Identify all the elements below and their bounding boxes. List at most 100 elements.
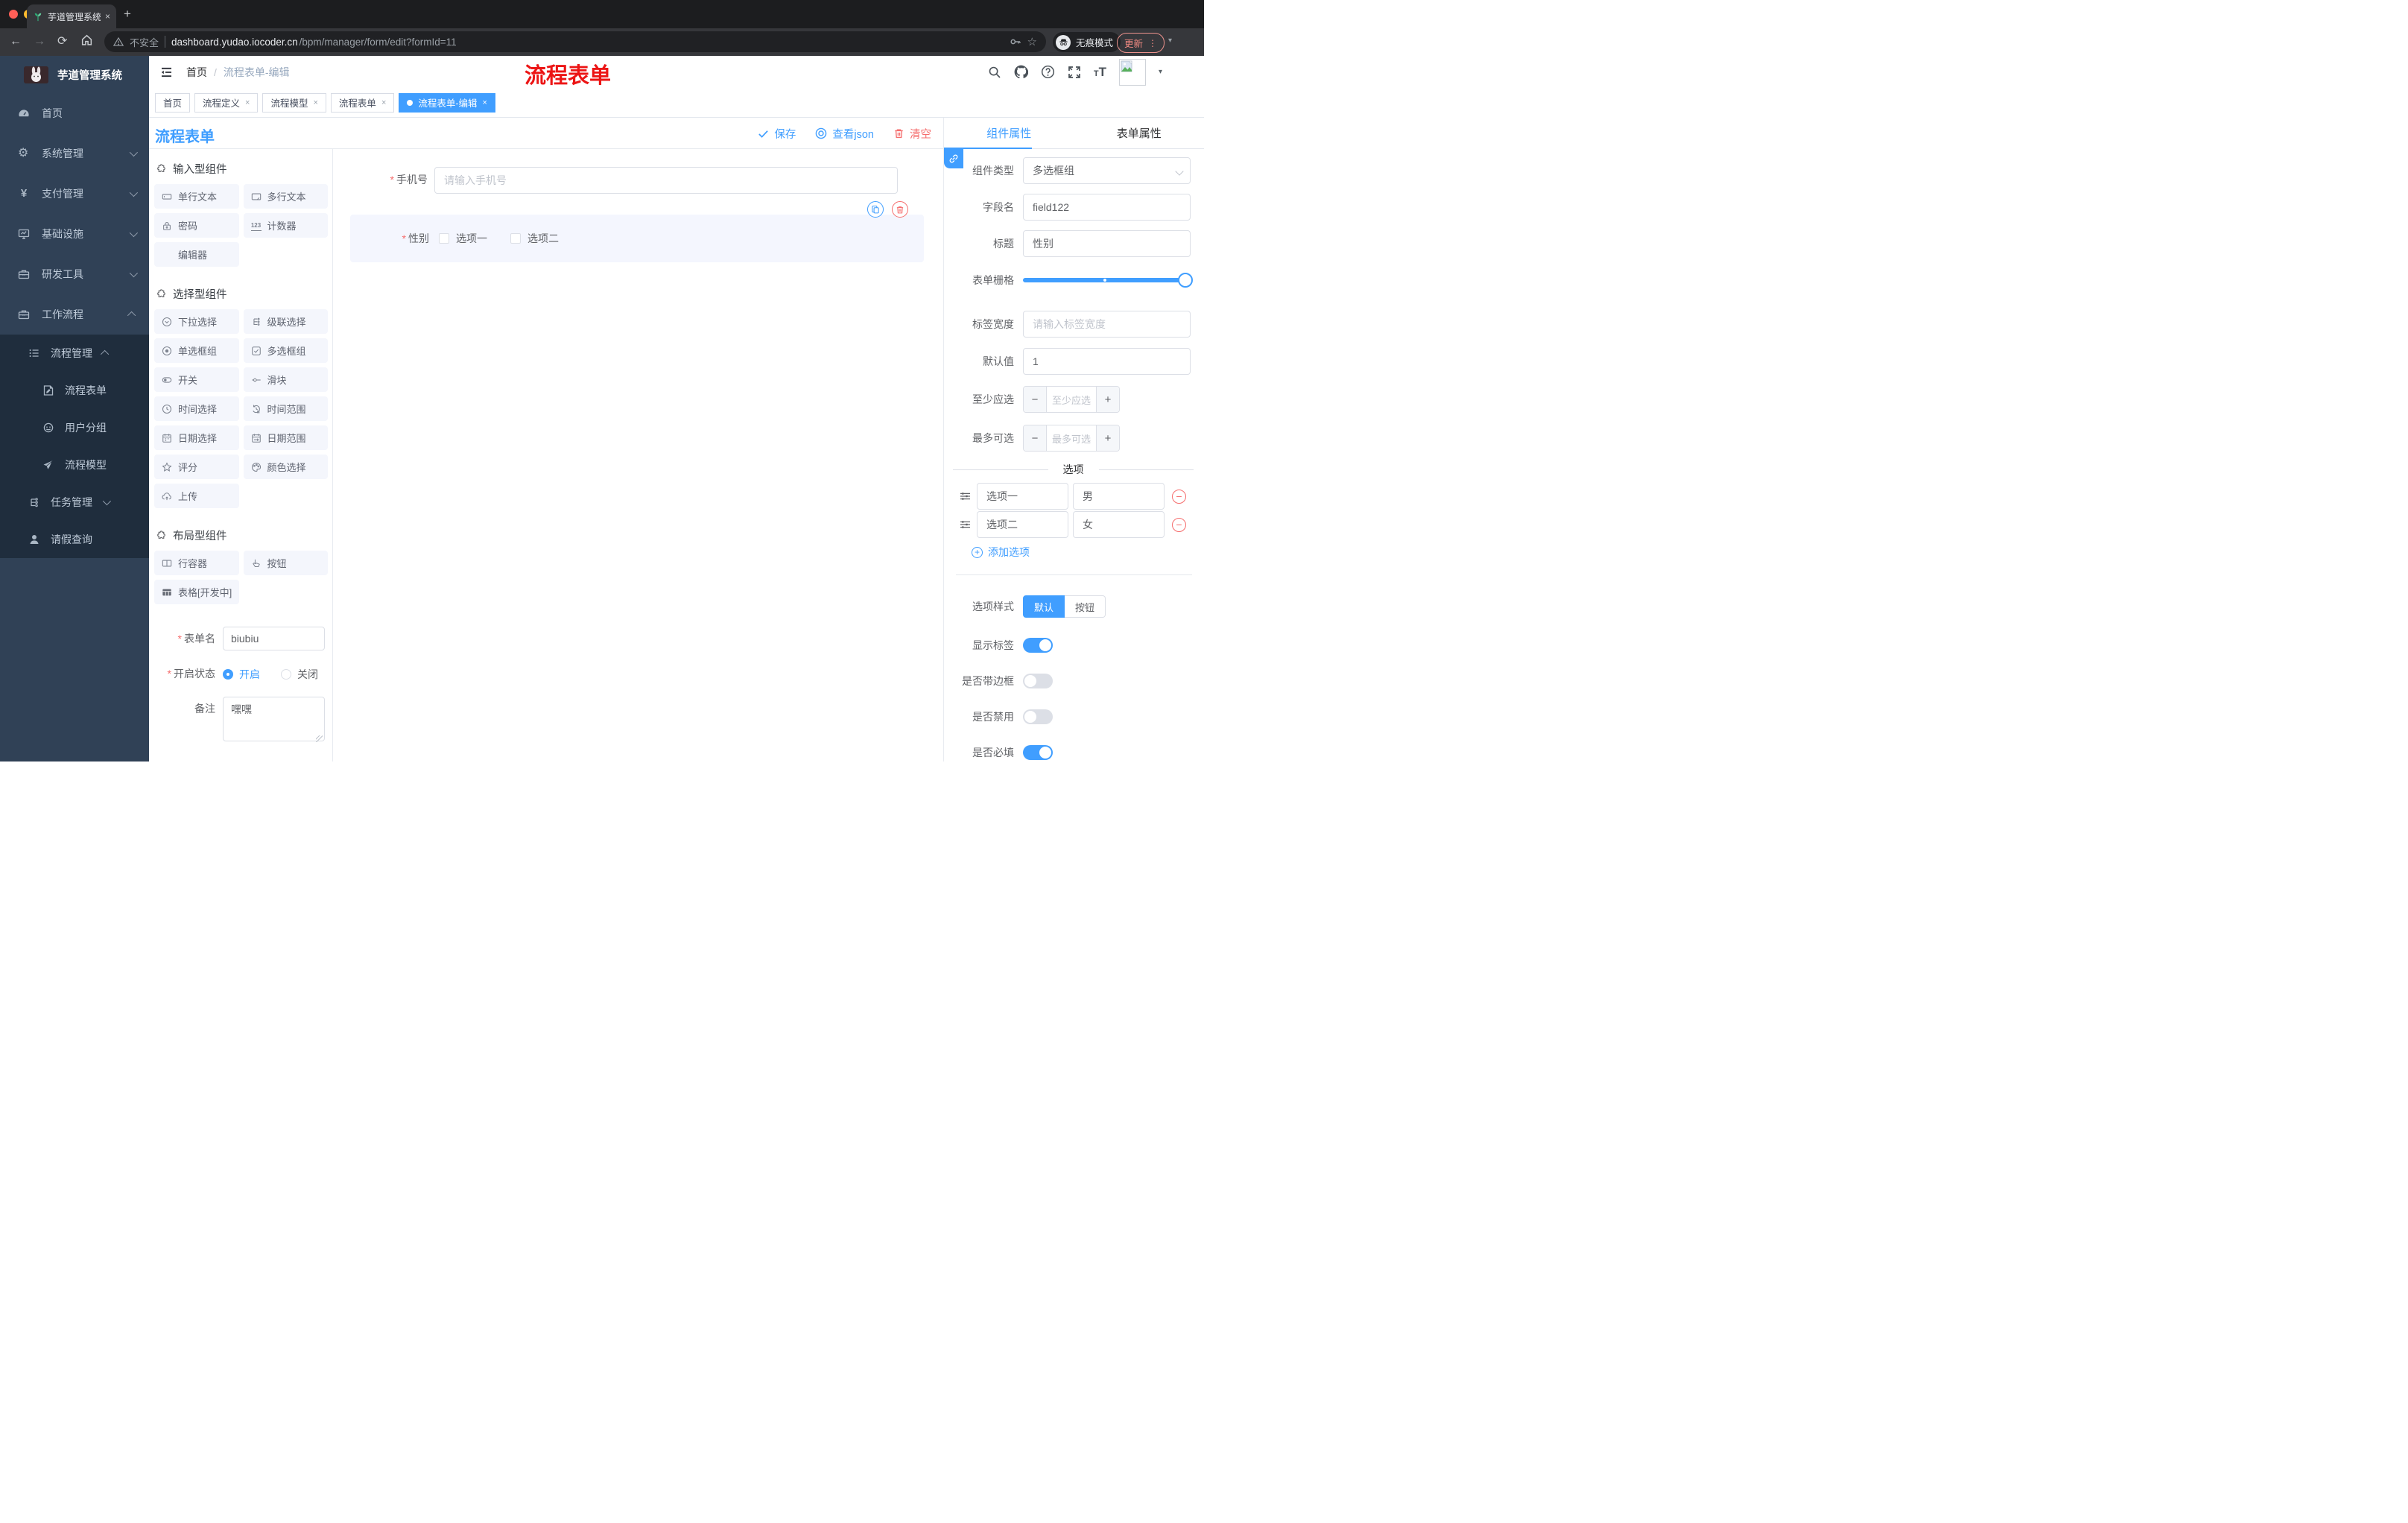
- decrease-button[interactable]: −: [1024, 425, 1047, 451]
- view-json-button[interactable]: 查看json: [815, 126, 874, 142]
- option-label-input[interactable]: [977, 483, 1068, 510]
- option-label-input[interactable]: [977, 511, 1068, 538]
- drag-handle-icon[interactable]: [959, 519, 972, 531]
- password-key-icon[interactable]: [1010, 36, 1021, 48]
- font-size-icon[interactable]: TT: [1094, 66, 1106, 78]
- show-label-toggle[interactable]: [1023, 638, 1053, 653]
- palette-item-multi-line-text[interactable]: 多行文本: [243, 184, 328, 209]
- toolbar-caret-icon[interactable]: ▾: [1168, 37, 1172, 45]
- clear-button[interactable]: 清空: [893, 126, 931, 142]
- update-label[interactable]: 更新: [1124, 36, 1143, 50]
- forward-icon[interactable]: →: [34, 34, 45, 49]
- home-icon[interactable]: [80, 34, 93, 46]
- palette-item-date-picker[interactable]: 日期选择: [154, 425, 239, 450]
- link-toggle-button[interactable]: [944, 149, 963, 168]
- radio-off-icon[interactable]: [281, 669, 291, 680]
- palette-item-time-picker[interactable]: 时间选择: [154, 396, 239, 421]
- tag-process-definition[interactable]: 流程定义 ×: [194, 92, 259, 113]
- tag-process-model[interactable]: 流程模型 ×: [262, 92, 326, 113]
- close-icon[interactable]: ×: [381, 98, 386, 107]
- close-icon[interactable]: ×: [483, 98, 487, 107]
- style-default-button[interactable]: 默认: [1023, 595, 1065, 618]
- decrease-button[interactable]: −: [1024, 387, 1047, 412]
- sidebar-item-leave-query[interactable]: 请假查询: [0, 521, 149, 558]
- tag-process-form[interactable]: 流程表单 ×: [330, 92, 395, 113]
- url-host[interactable]: dashboard.yudao.iocoder.cn: [171, 37, 298, 48]
- gender-option-1[interactable]: 选项一: [439, 231, 487, 246]
- palette-item-color-picker[interactable]: 颜色选择: [243, 455, 328, 479]
- browser-update-button[interactable]: 更新 ⋮: [1117, 33, 1165, 53]
- palette-item-editor[interactable]: 编辑器: [154, 242, 239, 267]
- palette-item-single-line-text[interactable]: 单行文本: [154, 184, 239, 209]
- min-select-stepper[interactable]: − 至少应选 +: [1023, 386, 1120, 413]
- min-select-value[interactable]: 至少应选: [1047, 387, 1096, 412]
- palette-item-dropdown[interactable]: 下拉选择: [154, 309, 239, 334]
- default-value-input[interactable]: [1023, 348, 1191, 375]
- palette-item-cascader[interactable]: 级联选择: [243, 309, 328, 334]
- sidebar-item-home[interactable]: 首页: [0, 93, 149, 133]
- palette-item-slider[interactable]: 滑块: [243, 367, 328, 392]
- url-path[interactable]: /bpm/manager/form/edit?formId=11: [300, 37, 457, 48]
- disabled-toggle[interactable]: [1023, 709, 1053, 724]
- selected-component-gender[interactable]: * 性别 选项一 选项二: [350, 215, 924, 262]
- palette-item-switch[interactable]: 开关: [154, 367, 239, 392]
- drag-handle-icon[interactable]: [959, 490, 972, 502]
- sidebar-item-process-mgmt[interactable]: 流程管理: [0, 335, 149, 372]
- checkbox-icon[interactable]: [439, 233, 449, 244]
- remove-option-button[interactable]: −: [1172, 489, 1186, 504]
- close-icon[interactable]: ×: [313, 98, 317, 107]
- field-name-input[interactable]: [1023, 194, 1191, 221]
- close-tab-icon[interactable]: ×: [105, 11, 110, 22]
- sidebar-item-task-mgmt[interactable]: 任务管理: [0, 484, 149, 521]
- palette-item-counter[interactable]: 123 计数器: [243, 213, 328, 238]
- back-icon[interactable]: ←: [10, 34, 22, 49]
- radio-on-icon[interactable]: [223, 669, 233, 680]
- collapse-sidebar-icon[interactable]: [160, 66, 173, 78]
- tab-component-props[interactable]: 组件属性: [944, 118, 1074, 148]
- status-radio-off[interactable]: 关闭: [281, 667, 318, 682]
- resize-grip[interactable]: [316, 735, 323, 742]
- fullscreen-icon[interactable]: [1068, 66, 1081, 79]
- copy-component-button[interactable]: [867, 201, 884, 218]
- increase-button[interactable]: +: [1096, 387, 1119, 412]
- palette-item-upload[interactable]: 上传: [154, 484, 239, 508]
- max-select-stepper[interactable]: − 最多可选 +: [1023, 425, 1120, 452]
- tag-home[interactable]: 首页: [155, 92, 191, 113]
- remove-option-button[interactable]: −: [1172, 517, 1186, 532]
- component-type-select[interactable]: [1023, 157, 1191, 184]
- palette-item-table-dev[interactable]: 表格[开发中]: [154, 580, 239, 604]
- add-option-button[interactable]: + 添加选项: [972, 544, 1204, 560]
- save-button[interactable]: 保存: [758, 126, 796, 142]
- close-window-button[interactable]: [9, 10, 18, 19]
- checkbox-icon[interactable]: [510, 233, 521, 244]
- slider-handle[interactable]: [1178, 273, 1193, 288]
- palette-item-radio-group[interactable]: 单选框组: [154, 338, 239, 363]
- palette-item-checkbox-group[interactable]: 多选框组: [243, 338, 328, 363]
- tab-form-props[interactable]: 表单属性: [1074, 118, 1205, 148]
- sidebar-item-process-model[interactable]: 流程模型: [0, 446, 149, 484]
- sidebar-item-system[interactable]: ⚙ 系统管理: [0, 133, 149, 174]
- avatar[interactable]: [1118, 58, 1146, 86]
- option-value-input[interactable]: [1073, 511, 1165, 538]
- form-name-input[interactable]: [223, 627, 325, 650]
- sidebar-item-payment[interactable]: ¥ 支付管理: [0, 174, 149, 214]
- browser-tab[interactable]: 芋道管理系统 ×: [27, 4, 116, 28]
- help-icon[interactable]: [1041, 65, 1055, 79]
- palette-item-password[interactable]: 密码: [154, 213, 239, 238]
- increase-button[interactable]: +: [1096, 425, 1119, 451]
- option-value-input[interactable]: [1073, 483, 1165, 510]
- max-select-value[interactable]: 最多可选: [1047, 425, 1096, 451]
- gender-option-2[interactable]: 选项二: [510, 231, 559, 246]
- form-grid-slider[interactable]: [1023, 267, 1193, 294]
- delete-component-button[interactable]: [892, 201, 908, 218]
- title-input[interactable]: [1023, 230, 1191, 257]
- avatar-caret-icon[interactable]: ▾: [1159, 68, 1162, 76]
- reload-icon[interactable]: ⟳: [57, 34, 67, 49]
- security-label[interactable]: 不安全: [130, 35, 159, 49]
- with-border-toggle[interactable]: [1023, 674, 1053, 688]
- sidebar-item-workflow[interactable]: 工作流程: [0, 294, 149, 335]
- slider-track[interactable]: [1023, 278, 1191, 282]
- tag-process-form-edit[interactable]: 流程表单-编辑 ×: [399, 92, 495, 113]
- sidebar-item-devtools[interactable]: 研发工具: [0, 254, 149, 294]
- palette-item-date-range[interactable]: 日期范围: [243, 425, 328, 450]
